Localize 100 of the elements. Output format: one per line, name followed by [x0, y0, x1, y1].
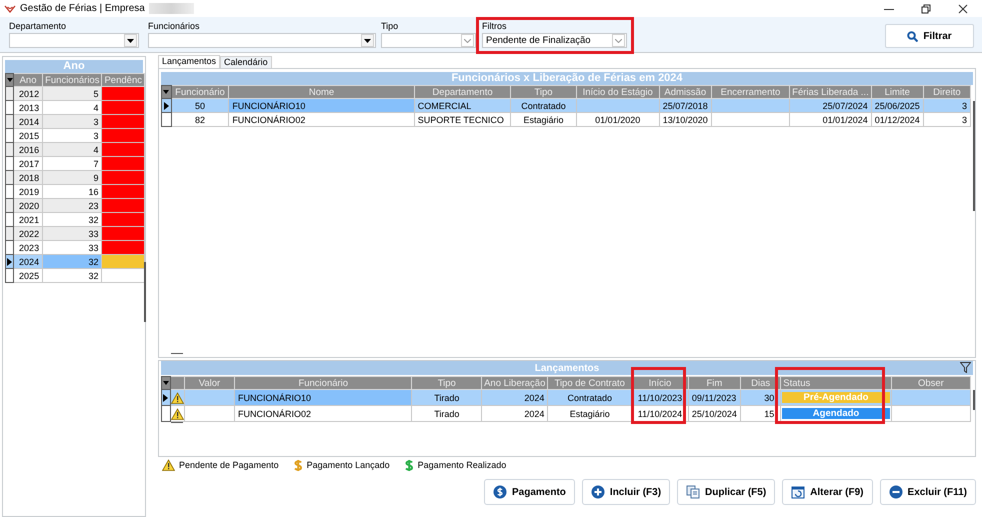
legend-label: Pagamento Realizado	[418, 460, 506, 470]
table-cell: FUNCIONÁRIO10	[232, 100, 306, 110]
column-header[interactable]: Direito	[923, 86, 971, 98]
column-header[interactable]: Fim	[688, 376, 740, 390]
column-header[interactable]: Funcionário	[234, 376, 412, 390]
panel-title: Ano	[5, 60, 143, 73]
dropdown-field[interactable]	[148, 33, 376, 48]
column-header[interactable]: Início do Estágio	[576, 86, 660, 98]
table-cell: 3	[93, 116, 98, 126]
filter-button[interactable]: Filtrar	[885, 24, 974, 48]
legend-label: Pagamento Lançado	[306, 460, 390, 470]
scrollbar[interactable]	[144, 262, 146, 322]
window-title: Gestão de Férias | Empresa	[20, 3, 145, 14]
redacted-block	[148, 3, 194, 14]
filter-icon[interactable]	[960, 362, 971, 373]
table-cell: Contratado	[567, 392, 612, 402]
restore-icon[interactable]	[921, 4, 931, 14]
table-cell: 32	[88, 270, 98, 280]
column-header[interactable]: Tipo de Contrato	[548, 376, 632, 390]
column-header[interactable]: Admissão	[659, 86, 712, 98]
column-header[interactable]: Obser	[891, 376, 971, 390]
table-cell: 3	[962, 100, 968, 110]
table-cell: 11/10/2024	[638, 408, 682, 418]
app-logo-icon	[4, 4, 16, 14]
column-header[interactable]: Ano Liberação	[482, 376, 548, 390]
status-badge: Agendado	[782, 408, 890, 419]
table-cell: 01/01/2024	[822, 114, 868, 124]
scrollbar[interactable]	[973, 101, 975, 211]
column-header[interactable]: Status	[780, 376, 892, 390]
table-cell: 11/10/2023	[638, 392, 682, 402]
dropdown-field[interactable]	[9, 33, 139, 48]
action-button[interactable]: Duplicar (F5)	[677, 479, 776, 505]
field-label: Funcionários	[148, 20, 201, 33]
sort-arrow-icon	[162, 381, 169, 385]
row-pointer-icon	[164, 102, 169, 110]
table-cell: 01/12/2024	[874, 114, 920, 124]
splitter-handle[interactable]	[171, 422, 183, 423]
table-cell: 25/07/2024	[822, 100, 868, 110]
tab[interactable]: Calendário	[220, 56, 272, 68]
table-cell: 4	[93, 144, 98, 154]
table-cell: 50	[194, 100, 205, 110]
status-badge: Pré-Agendado	[782, 392, 890, 403]
row-pointer-icon	[163, 394, 168, 402]
table-cell: 32	[88, 214, 98, 224]
column-header[interactable]: Funcionários	[42, 74, 102, 86]
table-cell: 09/11/2023	[692, 392, 736, 402]
table-cell: 23	[88, 200, 98, 210]
splitter-handle[interactable]	[171, 353, 183, 354]
table-cell: 2018	[19, 172, 40, 182]
sort-arrow-icon	[163, 90, 170, 94]
column-header[interactable]: Pendênc	[102, 74, 144, 86]
table-cell: 2024	[524, 392, 544, 402]
action-button[interactable]: Incluir (F3)	[582, 479, 670, 505]
table-cell: Tirado	[434, 408, 460, 418]
column-header[interactable]: Valor	[184, 376, 235, 390]
table-cell: 15	[764, 408, 774, 418]
table-cell: 33	[88, 242, 98, 252]
table-cell: 2015	[19, 130, 40, 140]
table-cell: 2021	[19, 214, 40, 224]
scrollbar[interactable]	[973, 390, 975, 410]
table-cell: 2023	[19, 242, 40, 252]
refresh-icon	[791, 485, 806, 499]
table-cell: 32	[88, 256, 98, 266]
warning-icon	[162, 459, 175, 471]
table-cell: Tirado	[434, 392, 460, 402]
row-pointer-icon	[7, 258, 12, 266]
table-cell: 2024	[524, 408, 544, 418]
column-header[interactable]: Limite	[871, 86, 924, 98]
table-cell: 2016	[19, 144, 40, 154]
column-header[interactable]: Funcionário	[171, 86, 229, 98]
column-header[interactable]: Encerramento	[711, 86, 790, 98]
action-button[interactable]: Excluir (F11)	[880, 479, 976, 505]
column-header[interactable]: Nome	[228, 86, 414, 98]
chevron-down-icon	[615, 38, 622, 42]
column-header[interactable]: Férias Liberada ...	[790, 86, 872, 98]
legend-label: Pendente de Pagamento	[179, 460, 279, 470]
minus-icon	[888, 485, 903, 499]
close-icon[interactable]	[958, 4, 968, 14]
column-header[interactable]: Tipo	[412, 376, 482, 390]
table-cell: 16	[88, 186, 98, 196]
table-cell: 33	[88, 228, 98, 238]
table-cell: 82	[194, 114, 205, 124]
dropdown-arrow-icon	[364, 38, 371, 42]
table-cell: 2012	[19, 88, 40, 98]
table-cell: 2013	[19, 102, 40, 112]
tab[interactable]: Lançamentos	[158, 55, 220, 68]
panel-title: Lançamentos	[534, 362, 600, 374]
column-header[interactable]: Dias	[740, 376, 781, 390]
table-cell: 4	[93, 102, 98, 112]
action-button[interactable]: Pagamento	[484, 479, 575, 505]
warning-icon	[170, 392, 184, 404]
dropdown-field[interactable]: Pendente de Finalização	[482, 33, 627, 48]
table-cell: 2017	[19, 158, 40, 168]
column-header[interactable]: Tipo	[510, 86, 576, 98]
copy-icon	[686, 485, 700, 499]
dropdown-field[interactable]	[381, 33, 476, 48]
column-header[interactable]: Departamento	[414, 86, 511, 98]
table-cell: 2024	[19, 256, 40, 266]
column-header[interactable]: Ano	[14, 74, 43, 86]
action-button[interactable]: Alterar (F9)	[782, 479, 873, 505]
